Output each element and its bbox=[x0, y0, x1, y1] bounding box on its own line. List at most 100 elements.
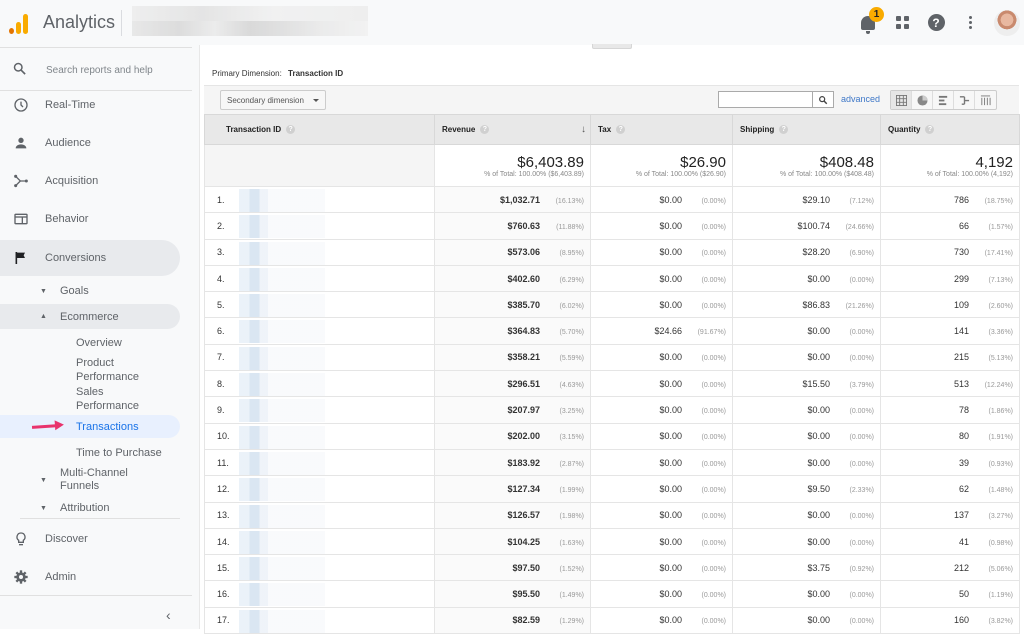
sidebar-item-multi-channel-funnels[interactable]: ▼ Multi-Channel Funnels bbox=[0, 466, 180, 494]
table-row[interactable]: 4. $402.60 (6.29%) $0.00 (0.00%) $0.00 (0.00%)… bbox=[204, 265, 1020, 293]
transaction-id-redacted[interactable] bbox=[239, 451, 325, 475]
transaction-id-redacted[interactable] bbox=[239, 320, 325, 344]
transaction-id-redacted[interactable] bbox=[239, 504, 325, 528]
table-row[interactable]: 16. $95.50 (1.49%) $0.00 (0.00%) $0.00 (0.00%)… bbox=[204, 580, 1020, 608]
sidebar-item-time-to-purchase[interactable]: Time to Purchase bbox=[76, 446, 162, 460]
table-row[interactable]: 2. $760.63 (11.88%) $0.00 (0.00%) $100.74 (24.… bbox=[204, 212, 1020, 240]
table-row[interactable]: 5. $385.70 (6.02%) $0.00 (0.00%) $86.83 (21.26… bbox=[204, 291, 1020, 319]
table-filter-search-button[interactable] bbox=[813, 91, 834, 108]
table-row[interactable]: 17. $82.59 (1.29%) $0.00 (0.00%) $0.00 (0.00%)… bbox=[204, 607, 1020, 634]
column-header-transaction-id[interactable]: Transaction ID? bbox=[204, 114, 435, 145]
performance-view-button[interactable] bbox=[933, 91, 954, 109]
expand-handle[interactable] bbox=[592, 44, 632, 49]
quantity-value: 62 bbox=[958, 483, 969, 494]
shipping-value: $86.83 bbox=[802, 299, 830, 310]
sidebar-item-acquisition[interactable]: Acquisition bbox=[0, 163, 180, 199]
sidebar-search[interactable]: Search reports and help bbox=[0, 47, 192, 91]
table-row[interactable]: 3. $573.06 (8.95%) $0.00 (0.00%) $28.20 (6.90%… bbox=[204, 239, 1020, 266]
help-icon[interactable]: ? bbox=[925, 125, 935, 135]
shipping-value: $0.00 bbox=[807, 510, 830, 521]
transaction-id-redacted[interactable] bbox=[239, 399, 325, 423]
account-avatar[interactable] bbox=[994, 9, 1020, 36]
column-header-tax[interactable]: Tax? bbox=[590, 114, 733, 145]
collapse-sidebar-button[interactable]: ‹ bbox=[166, 607, 171, 623]
transaction-id-redacted[interactable] bbox=[239, 241, 325, 265]
help-icon[interactable]: ? bbox=[616, 125, 626, 135]
sidebar-item-goals[interactable]: ▼ Goals bbox=[0, 282, 180, 300]
transaction-id-redacted[interactable] bbox=[239, 267, 325, 291]
transaction-id-redacted[interactable] bbox=[239, 478, 325, 502]
shipping-value: $0.00 bbox=[807, 536, 830, 547]
sidebar-item-discover[interactable]: Discover bbox=[0, 521, 180, 557]
sidebar-item-admin[interactable]: Admin bbox=[0, 559, 180, 595]
column-header-shipping[interactable]: Shipping? bbox=[732, 114, 881, 145]
table-row[interactable]: 1. $1,032.71 (16.13%) $0.00 (0.00%) $29.10 (7.… bbox=[204, 186, 1020, 214]
pivot-view-button[interactable] bbox=[975, 91, 996, 109]
transaction-id-redacted[interactable] bbox=[239, 557, 325, 581]
transaction-id-redacted[interactable] bbox=[239, 373, 325, 397]
help-icon[interactable]: ? bbox=[480, 125, 490, 135]
sidebar-item-conversions[interactable]: Conversions bbox=[0, 240, 180, 276]
sidebar-item-behavior[interactable]: Behavior bbox=[0, 201, 180, 237]
shipping-value: $100.74 bbox=[797, 220, 830, 231]
sidebar-item-attribution[interactable]: ▼ Attribution bbox=[0, 499, 180, 517]
totals-row: $6,403.89% of Total: 100.00% ($6,403.89)… bbox=[204, 144, 1020, 187]
transaction-id-redacted[interactable] bbox=[239, 583, 325, 607]
revenue-cell: $358.21 (5.59%) bbox=[434, 344, 591, 372]
more-options-button[interactable] bbox=[960, 13, 980, 33]
sort-descending-icon[interactable]: ↓ bbox=[581, 124, 586, 135]
sidebar-item-product-performance[interactable]: Product Performance bbox=[76, 356, 166, 384]
transaction-id-redacted[interactable] bbox=[239, 425, 325, 449]
app-title[interactable]: Analytics bbox=[43, 12, 115, 33]
table-row[interactable]: 7. $358.21 (5.59%) $0.00 (0.00%) $0.00 (0.00%)… bbox=[204, 344, 1020, 372]
transaction-id-redacted[interactable] bbox=[239, 294, 325, 318]
quantity-cell: 160 (3.82%) bbox=[880, 607, 1020, 634]
help-icon[interactable]: ? bbox=[286, 125, 296, 135]
tax-value: $0.00 bbox=[659, 483, 682, 494]
pie-view-button[interactable] bbox=[912, 91, 933, 109]
sidebar-item-label: Discover bbox=[45, 533, 88, 545]
tax-cell: $0.00 (0.00%) bbox=[590, 423, 733, 450]
comparison-view-button[interactable] bbox=[954, 91, 975, 109]
transaction-id-redacted[interactable] bbox=[239, 346, 325, 370]
sidebar-item-real-time[interactable]: Real-Time bbox=[0, 87, 180, 123]
table-row[interactable]: 13. $126.57 (1.98%) $0.00 (0.00%) $0.00 (0.00%… bbox=[204, 502, 1020, 529]
secondary-dimension-dropdown[interactable]: Secondary dimension bbox=[220, 90, 326, 110]
table-row[interactable]: 8. $296.51 (4.63%) $0.00 (0.00%) $15.50 (3.79%… bbox=[204, 370, 1020, 398]
transaction-id-redacted[interactable] bbox=[239, 609, 325, 633]
table-row[interactable]: 10. $202.00 (3.15%) $0.00 (0.00%) $0.00 (0.00%… bbox=[204, 423, 1020, 450]
analytics-logo-icon[interactable] bbox=[9, 12, 31, 34]
column-header-revenue[interactable]: Revenue? ↓ bbox=[434, 114, 591, 145]
table-row[interactable]: 9. $207.97 (3.25%) $0.00 (0.00%) $0.00 (0.00%)… bbox=[204, 396, 1020, 424]
sidebar-item-sales-performance[interactable]: Sales Performance bbox=[76, 385, 166, 413]
transaction-id-redacted[interactable] bbox=[239, 215, 325, 239]
sidebar-item-ecommerce[interactable]: ▲ Ecommerce bbox=[0, 304, 180, 329]
transaction-id-redacted[interactable] bbox=[239, 530, 325, 554]
sidebar-item-transactions[interactable]: Transactions bbox=[76, 420, 139, 434]
table-view-button[interactable] bbox=[891, 91, 912, 109]
tax-cell: $0.00 (0.00%) bbox=[590, 502, 733, 529]
shipping-value: $0.00 bbox=[807, 431, 830, 442]
sidebar-item-audience[interactable]: Audience bbox=[0, 125, 180, 161]
notifications-button[interactable]: 1 bbox=[858, 6, 884, 34]
help-icon[interactable]: ? bbox=[779, 125, 789, 135]
table-row[interactable]: 12. $127.34 (1.99%) $0.00 (0.00%) $9.50 (2.33%… bbox=[204, 475, 1020, 503]
revenue-value: $104.25 bbox=[507, 536, 540, 547]
revenue-value: $760.63 bbox=[507, 220, 540, 231]
column-header-quantity[interactable]: Quantity? bbox=[880, 114, 1020, 145]
apps-button[interactable] bbox=[892, 13, 912, 33]
table-row[interactable]: 6. $364.83 (5.70%) $24.66 (91.67%) $0.00 (0.00… bbox=[204, 317, 1020, 345]
table-row[interactable]: 14. $104.25 (1.63%) $0.00 (0.00%) $0.00 (0.00%… bbox=[204, 528, 1020, 556]
advanced-filter-link[interactable]: advanced bbox=[841, 94, 880, 104]
table-row[interactable]: 15. $97.50 (1.52%) $0.00 (0.00%) $3.75 (0.92%)… bbox=[204, 554, 1020, 582]
help-button[interactable]: ? bbox=[926, 13, 946, 33]
transaction-id-redacted[interactable] bbox=[239, 189, 325, 212]
table-filter-input[interactable] bbox=[718, 91, 813, 108]
table-row[interactable]: 11. $183.92 (2.87%) $0.00 (0.00%) $0.00 (0.00%… bbox=[204, 449, 1020, 477]
shipping-percent: (0.00%) bbox=[849, 434, 874, 442]
account-selector-redacted[interactable] bbox=[132, 6, 368, 36]
primary-dimension-value[interactable]: Transaction ID bbox=[288, 69, 343, 78]
shipping-percent: (0.00%) bbox=[849, 460, 874, 468]
tax-value: $0.00 bbox=[659, 536, 682, 547]
sidebar-item-overview[interactable]: Overview bbox=[76, 336, 122, 350]
